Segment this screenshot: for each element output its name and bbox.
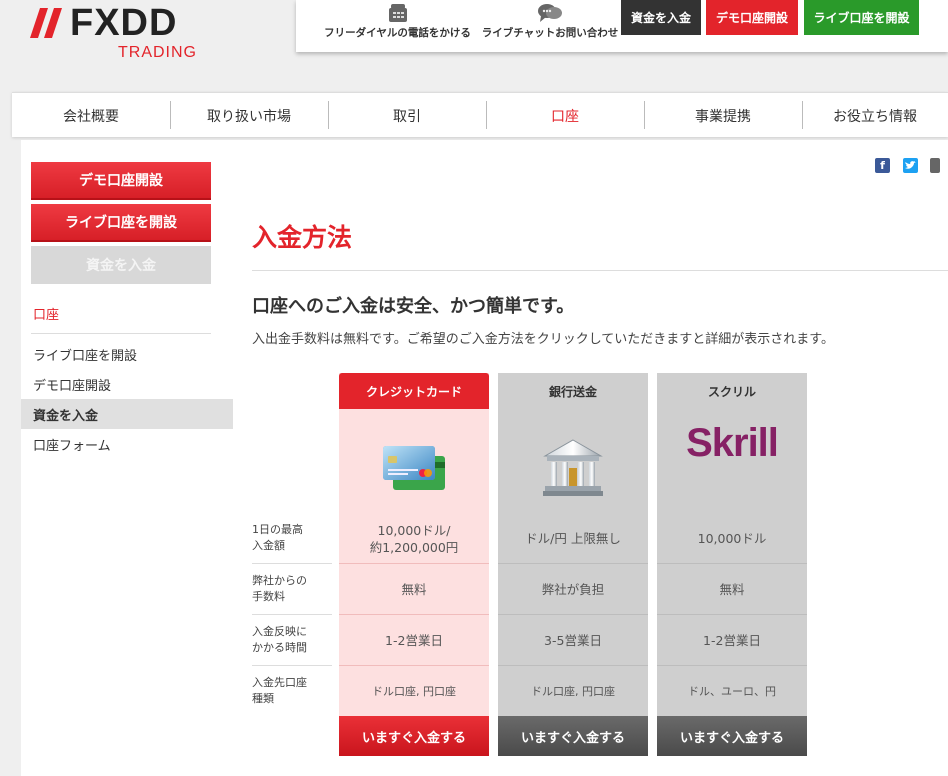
sidebar: デモ口座開設 ライブ口座を開設 資金を入金 口座 ライブ口座を開設 デモ口座開設… <box>21 140 233 776</box>
method-name: 銀行送金 <box>548 384 597 399</box>
skrill-logo: Skrill <box>657 413 807 473</box>
row-divider <box>252 563 332 564</box>
row-label-limit: 1日の最高 入金額 <box>252 522 332 554</box>
facebook-icon[interactable]: f <box>875 158 890 173</box>
time-cell: 1-2営業日 <box>385 633 443 648</box>
account-cell: ドル、ユーロ、円 <box>688 685 776 698</box>
phone-label: フリーダイヤルの電話をかける <box>324 27 471 39</box>
skrill-logo-text: Skrill <box>686 420 779 465</box>
row-label-time: 入金反映に かかる時間 <box>252 624 332 656</box>
sidebar-item-demo[interactable]: デモ口座開設 <box>21 369 233 399</box>
twitter-icon[interactable] <box>903 158 918 173</box>
row-label-line: かかる時間 <box>252 641 307 654</box>
credit-card-graphic <box>383 446 445 490</box>
time-cell: 1-2営業日 <box>703 633 761 648</box>
limit-line: 約1,200,000円 <box>369 539 459 555</box>
nav-resources[interactable]: お役立ち情報 <box>802 93 948 138</box>
limit-line: 10,000ドル/ <box>377 522 451 538</box>
site-header: FXDD TRADING フリーダイヤルの電話をかける ライブチャットお問い合わ… <box>0 0 948 90</box>
time-cell: 3-5営業日 <box>544 633 602 648</box>
main-content: f 入金方法 口座へのご入金は安全、かつ簡単です。 入出金手数料は無料です。ご希… <box>233 140 948 776</box>
section-description: 入出金手数料は無料です。ご希望のご入金方法をクリックしていただきますと詳細が表示… <box>252 332 835 347</box>
row-label-line: 種類 <box>252 692 274 705</box>
row-label-account: 入金先口座 種類 <box>252 675 332 707</box>
row-label-line: 1日の最高 <box>252 523 303 536</box>
phone-icon <box>388 4 407 22</box>
method-bank-transfer[interactable]: 銀行送金 ドル/円 上限無し 弊社が負担 3-5営業日 ドル口座, 円口座 いま… <box>498 373 648 756</box>
sidebar-divider <box>31 333 211 334</box>
limit-cell: 10,000ドル <box>697 531 767 546</box>
email-icon[interactable] <box>930 158 940 173</box>
row-divider <box>252 614 332 615</box>
logo-name: FXDD <box>70 2 178 44</box>
topbar-deposit-button[interactable]: 資金を入金 <box>621 0 701 35</box>
nav-trading[interactable]: 取引 <box>328 93 486 138</box>
chat-icon <box>538 4 562 22</box>
nav-accounts[interactable]: 口座 <box>486 93 644 138</box>
twitter-bird-icon <box>905 161 916 169</box>
main-nav: 会社概要 取り扱い市場 取引 口座 事業提携 お役立ち情報 <box>12 92 948 137</box>
bank-graphic <box>543 439 603 496</box>
sidebar-deposit-button[interactable]: 資金を入金 <box>31 246 211 284</box>
account-cell: ドル口座, 円口座 <box>531 685 615 698</box>
chat-label: ライブチャットお問い合わせ <box>481 27 619 39</box>
sidebar-item-forms[interactable]: 口座フォーム <box>21 429 233 459</box>
nav-partners[interactable]: 事業提携 <box>644 93 802 138</box>
bank-icon <box>498 428 648 508</box>
fee-cell: 弊社が負担 <box>541 582 605 597</box>
account-cell: ドル口座, 円口座 <box>372 685 456 698</box>
row-label-line: 入金反映に <box>252 625 307 638</box>
nav-company[interactable]: 会社概要 <box>12 93 170 138</box>
fee-cell: 無料 <box>719 582 745 597</box>
sidebar-item-deposit[interactable]: 資金を入金 <box>21 399 233 429</box>
topbar-live-button[interactable]: ライブ口座を開設 <box>804 0 919 35</box>
nav-markets[interactable]: 取り扱い市場 <box>170 93 328 138</box>
sidebar-live-button[interactable]: ライブ口座を開設 <box>31 204 211 242</box>
deposit-now-button-credit[interactable]: いますぐ入金する <box>339 716 489 756</box>
limit-cell: 10,000ドル/ 約1,200,000円 <box>339 513 489 564</box>
method-skrill[interactable]: スクリル Skrill 10,000ドル 無料 1-2営業日 ドル、ユーロ、円 … <box>657 373 807 756</box>
row-label-line: 弊社からの <box>252 574 307 587</box>
credit-card-icon <box>339 428 489 508</box>
method-name: スクリル <box>707 384 756 399</box>
row-label-line: 入金先口座 <box>252 676 307 689</box>
limit-cell: ドル/円 上限無し <box>525 531 621 546</box>
row-label-line: 手数料 <box>252 590 285 603</box>
row-divider <box>252 665 332 666</box>
deposit-now-button-bank[interactable]: いますぐ入金する <box>498 716 648 756</box>
fee-cell: 無料 <box>401 582 427 597</box>
method-credit-card[interactable]: クレジットカード 10,000ドル/ 約1,200,000円 無料 1-2営業日… <box>339 373 489 756</box>
method-name: クレジットカード <box>339 373 489 409</box>
section-heading: 口座へのご入金は安全、かつ簡単です。 <box>252 296 575 317</box>
chat-link[interactable]: ライブチャットお問い合わせ <box>480 0 620 40</box>
row-label-fee: 弊社からの 手数料 <box>252 573 332 605</box>
fxdd-logo[interactable]: FXDD TRADING <box>30 2 220 62</box>
phone-link[interactable]: フリーダイヤルの電話をかける <box>320 0 475 40</box>
sidebar-demo-button[interactable]: デモ口座開設 <box>31 162 211 200</box>
top-utility-bar: フリーダイヤルの電話をかける ライブチャットお問い合わせ 資金を入金 デモ口座開… <box>296 0 948 52</box>
topbar-demo-button[interactable]: デモ口座開設 <box>706 0 798 35</box>
deposit-now-button-skrill[interactable]: いますぐ入金する <box>657 716 807 756</box>
logo-slashes-icon <box>30 8 62 38</box>
sidebar-item-live[interactable]: ライブ口座を開設 <box>21 339 233 369</box>
title-divider <box>252 270 948 271</box>
row-label-line: 入金額 <box>252 539 285 552</box>
logo-sub: TRADING <box>118 44 197 61</box>
sidebar-section-title[interactable]: 口座 <box>33 304 59 323</box>
page-title: 入金方法 <box>252 223 353 252</box>
